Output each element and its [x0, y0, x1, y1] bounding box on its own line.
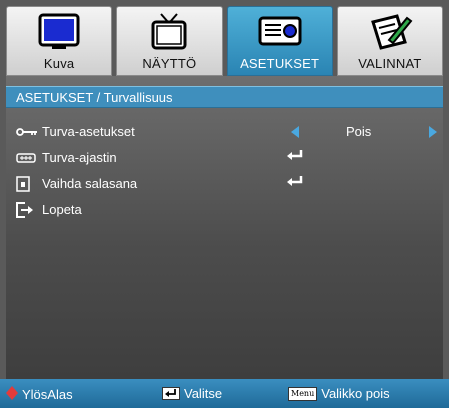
footer-hint-bar: YlösAlas Valitse Menu Valikko pois	[0, 379, 449, 408]
tab-kuva[interactable]: Kuva	[6, 6, 113, 76]
exit-icon	[16, 202, 38, 218]
tab-naytto[interactable]: NÄYTTÖ	[116, 6, 223, 76]
tab-asetukset[interactable]: ASETUKSET	[226, 6, 333, 76]
tab-label: Kuva	[43, 56, 75, 71]
footer-nav: YlösAlas	[6, 386, 73, 403]
tab-label: ASETUKSET	[240, 56, 320, 71]
menu-item-label: Vaihda salasana	[42, 176, 138, 191]
tab-label: VALINNAT	[358, 56, 422, 71]
menu-item-turva-ajastin[interactable]: Turva-ajastin	[16, 148, 436, 168]
updown-diamond-icon	[6, 386, 18, 403]
footer-nav-label: YlösAlas	[22, 387, 73, 402]
footer-menu: Menu Valikko pois	[288, 386, 390, 401]
menu-key-icon: Menu	[288, 386, 318, 401]
menu-item-turva-asetukset[interactable]: Turva-asetukset Pois	[16, 122, 437, 142]
timer-icon	[16, 150, 38, 166]
enter-key-icon	[162, 387, 180, 400]
tv-icon	[145, 11, 193, 53]
menu-item-label: Turva-ajastin	[42, 150, 117, 165]
menu-item-lopeta[interactable]: Lopeta	[16, 200, 436, 220]
setting-value: Pois	[346, 124, 372, 139]
password-icon	[16, 176, 38, 192]
arrow-left-icon[interactable]	[291, 126, 299, 141]
enter-icon	[286, 150, 304, 165]
arrow-right-icon[interactable]	[429, 126, 437, 141]
tab-valinnat[interactable]: VALINNAT	[336, 6, 443, 76]
menu-item-vaihda-salasana[interactable]: Vaihda salasana	[16, 174, 436, 194]
tab-bar: Kuva NÄYTTÖ ASETUKSET VALINNAT	[6, 6, 443, 76]
projector-icon	[256, 11, 304, 53]
content-panel: ASETUKSET / Turvallisuus Turva-asetukset…	[6, 76, 443, 379]
footer-select: Valitse	[162, 386, 222, 401]
section-title: ASETUKSET / Turvallisuus	[6, 86, 443, 108]
enter-icon	[286, 176, 304, 191]
tab-label: NÄYTTÖ	[142, 56, 197, 71]
pen-paper-icon	[366, 11, 414, 53]
key-icon	[16, 124, 38, 140]
footer-exit-label: Valikko pois	[321, 386, 390, 401]
menu-item-label: Lopeta	[42, 202, 82, 217]
monitor-icon	[35, 11, 83, 53]
osd-menu: Kuva NÄYTTÖ ASETUKSET VALINNAT ASETUKSET…	[0, 0, 449, 408]
footer-select-label: Valitse	[184, 386, 223, 401]
menu-item-label: Turva-asetukset	[42, 124, 135, 139]
